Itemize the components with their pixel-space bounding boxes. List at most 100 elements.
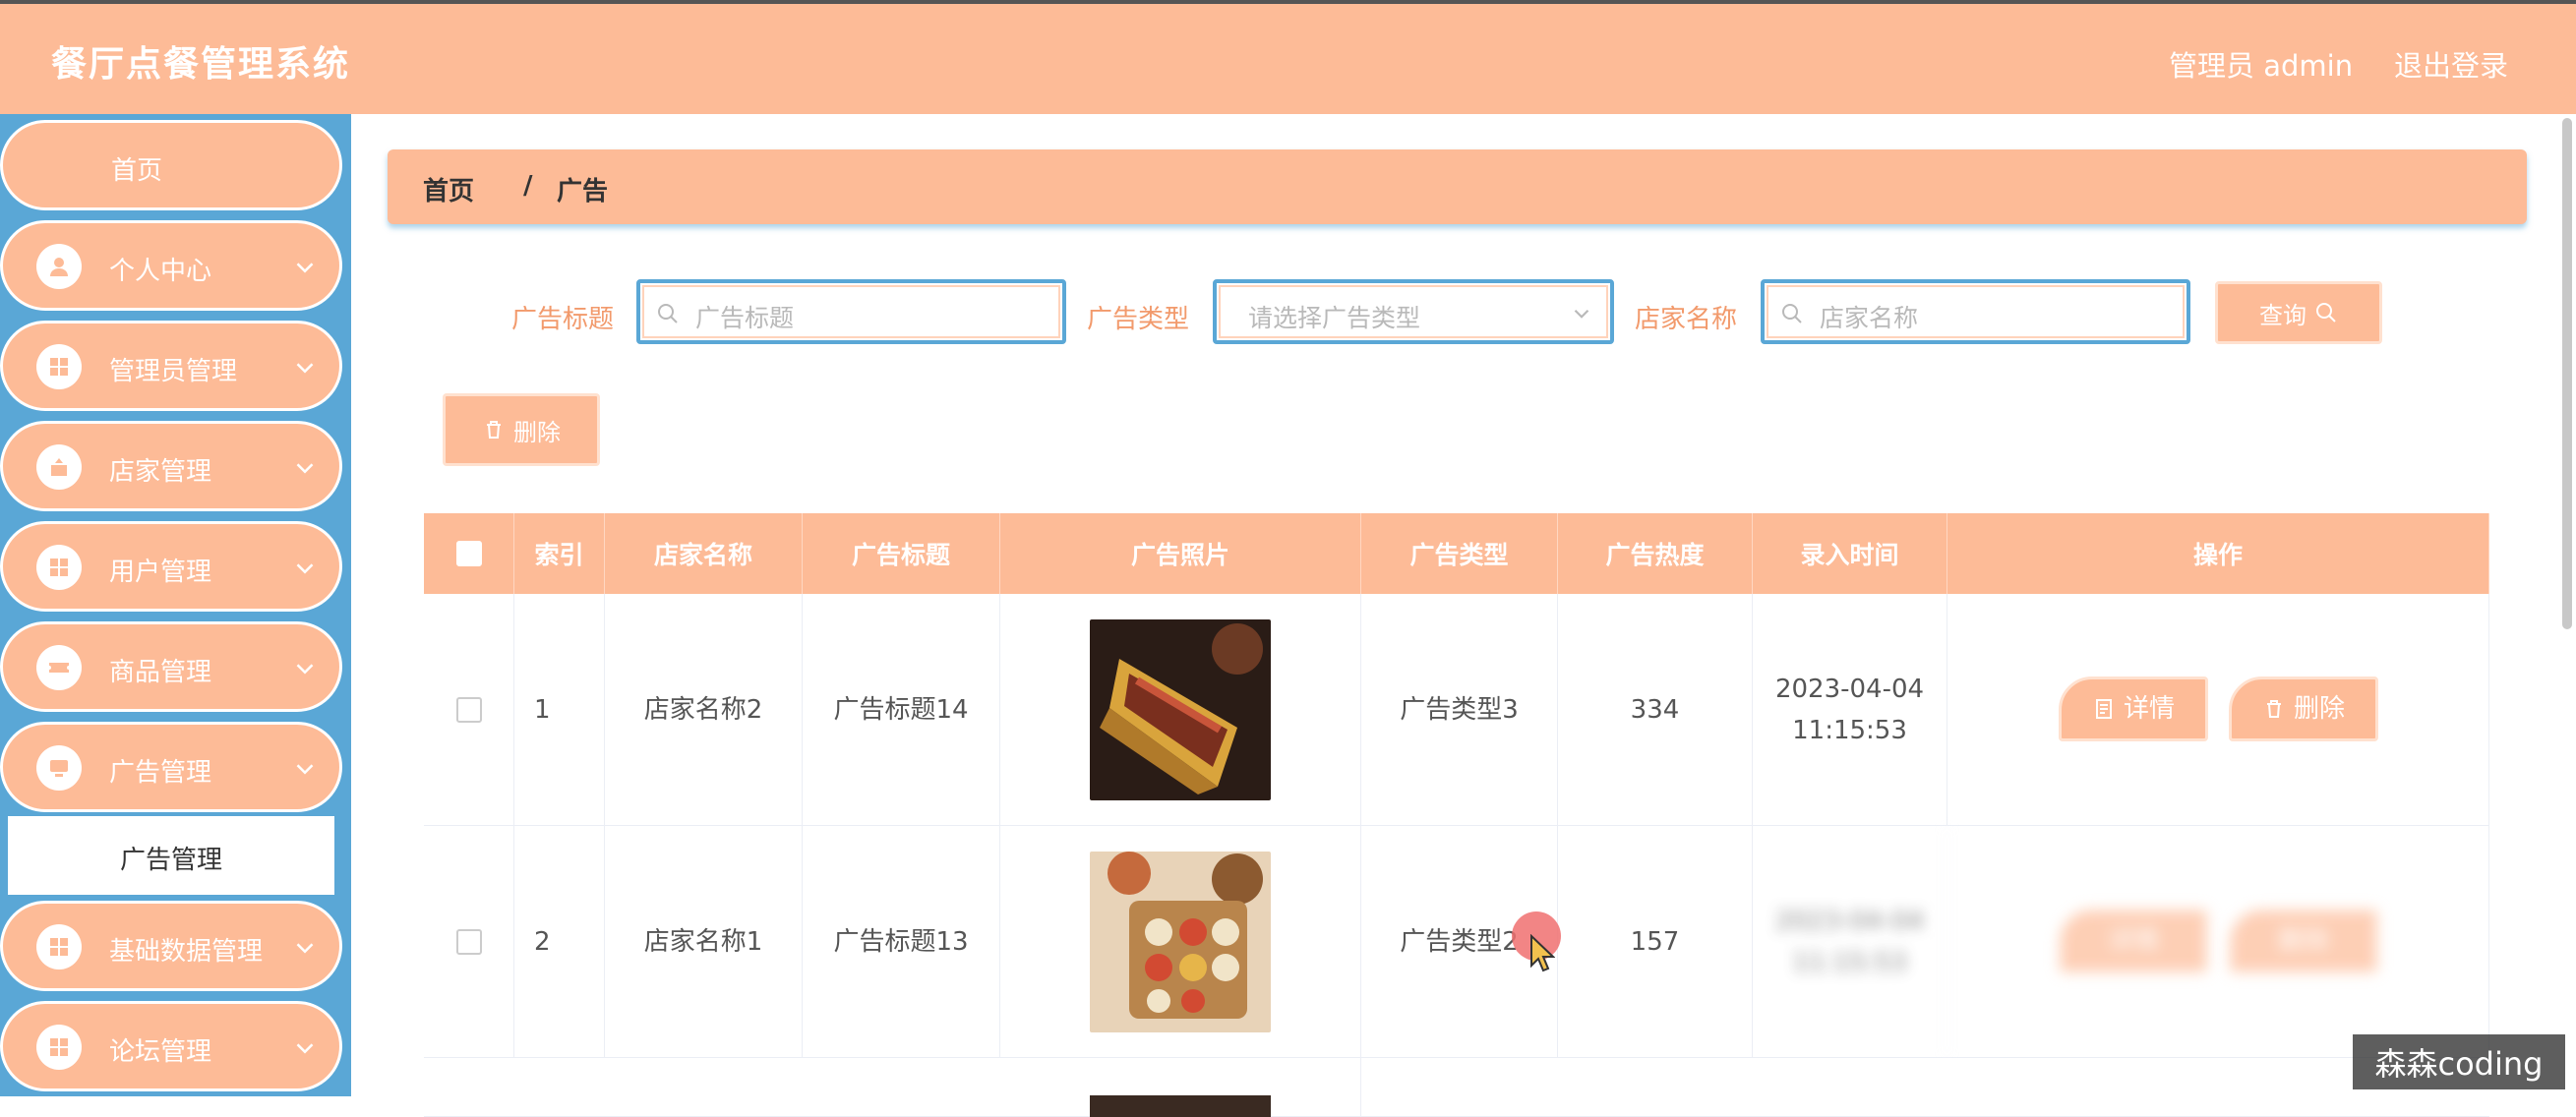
- query-button-label: 查询: [2259, 301, 2306, 329]
- breadcrumb-separator: /: [523, 171, 533, 201]
- sidebar-item-label: 店家管理: [109, 457, 212, 487]
- query-button[interactable]: 查询: [2215, 281, 2382, 344]
- monitor-icon: [36, 745, 82, 791]
- header-select-all[interactable]: [424, 513, 514, 594]
- scrollbar[interactable]: [2562, 118, 2572, 629]
- delete-label: 删除: [2293, 694, 2345, 724]
- user-icon: [36, 244, 82, 289]
- chevron-down-icon: [296, 1043, 314, 1054]
- cell-date: 2023-04-04 11:15:53: [1753, 826, 1947, 1058]
- admin-info: 管理员 admin: [2169, 49, 2354, 83]
- cell-heat: 334: [1558, 594, 1753, 826]
- delete-button[interactable]: 删除: [2229, 909, 2378, 973]
- column-header: 索引: [514, 513, 605, 594]
- ad-type-label: 广告类型: [1087, 305, 1190, 334]
- cell-title: 广告标题13: [803, 826, 1000, 1058]
- cell-heat: 157: [1558, 826, 1753, 1058]
- sidebar-item-forum[interactable]: 论坛管理: [0, 1001, 342, 1091]
- sidebar-item-label: 管理员管理: [109, 357, 238, 386]
- breadcrumb-current: 广告: [557, 177, 609, 206]
- table-header: 索引 店家名称 广告标题 广告照片 广告类型 广告热度 录入时间 操作: [424, 513, 2489, 594]
- ad-type-select[interactable]: 请选择广告类型: [1213, 279, 1614, 344]
- cell-date-day: 2023-04-04: [1774, 907, 1925, 936]
- ad-title-input[interactable]: 广告标题: [636, 279, 1066, 344]
- chevron-down-icon: [1574, 309, 1589, 319]
- breadcrumb: 首页 / 广告: [388, 149, 2527, 224]
- sidebar: 首页 个人中心 管理员管理 店家管理 用户管理 商品管理 广告管理 广告管理 基…: [0, 114, 351, 1096]
- cell-shop: 店家名称1: [605, 826, 803, 1058]
- column-header: 操作: [1947, 513, 2489, 594]
- ad-title-placeholder: 广告标题: [695, 304, 795, 332]
- sidebar-item-label: 用户管理: [109, 558, 212, 587]
- chevron-down-icon: [296, 363, 314, 374]
- cell-index: 2: [514, 826, 605, 1058]
- shop-name-label: 店家名称: [1635, 305, 1738, 334]
- search-icon: [2316, 303, 2336, 323]
- chevron-down-icon: [296, 664, 314, 675]
- detail-label: 详情: [2123, 694, 2175, 724]
- cell-type: 广告类型3: [1361, 594, 1558, 826]
- column-header: 广告热度: [1558, 513, 1753, 594]
- detail-button[interactable]: 详情: [2059, 676, 2208, 741]
- delete-label: 删除: [2277, 926, 2329, 956]
- sidebar-item-users[interactable]: 用户管理: [0, 521, 342, 612]
- sidebar-item-shop[interactable]: 店家管理: [0, 421, 342, 511]
- cell-date: 2023-04-04 11:15:53: [1753, 594, 1947, 826]
- cell-date-time: 11:15:53: [1792, 716, 1907, 745]
- document-icon: [2095, 699, 2112, 719]
- cell-shop: 店家名称2: [605, 594, 803, 826]
- column-header: 广告类型: [1361, 513, 1558, 594]
- table-row: [424, 1058, 2489, 1117]
- batch-delete-button[interactable]: 删除: [443, 393, 600, 466]
- trash-icon: [2266, 700, 2281, 718]
- cell-date-time: 11:15:53: [1792, 948, 1907, 977]
- column-header: 广告标题: [803, 513, 1000, 594]
- cell-actions: 详情 删除: [1947, 826, 2489, 1058]
- ad-photo: [1090, 1095, 1271, 1117]
- cell-date-day: 2023-04-04: [1774, 675, 1925, 704]
- sidebar-item-products[interactable]: 商品管理: [0, 621, 342, 712]
- shop-name-input[interactable]: 店家名称: [1761, 279, 2190, 344]
- mouse-cursor-icon: [1530, 934, 1555, 972]
- delete-button[interactable]: 删除: [2229, 676, 2378, 741]
- cell-actions: 详情 删除: [1947, 594, 2489, 826]
- main-content: 首页 / 广告 广告标题 广告标题 广告类型 请选择广告类型 店家名称 店家名称…: [351, 114, 2576, 1117]
- top-header: 餐厅点餐管理系统 管理员 admin 退出登录: [0, 0, 2576, 114]
- grid-icon: [36, 1025, 82, 1070]
- cell-index: 1: [514, 594, 605, 826]
- batch-delete-label: 删除: [513, 418, 561, 446]
- ad-title-label: 广告标题: [511, 305, 615, 334]
- sidebar-subitem-ad-management[interactable]: 广告管理: [8, 816, 334, 895]
- row-checkbox[interactable]: [455, 697, 482, 723]
- breadcrumb-home[interactable]: 首页: [423, 171, 474, 207]
- chevron-down-icon: [296, 764, 314, 775]
- sidebar-item-profile[interactable]: 个人中心: [0, 220, 342, 311]
- table-row: 1 店家名称2 广告标题14 广告类型3 334 2023-04-04 11:1…: [424, 594, 2489, 826]
- detail-label: 详情: [2107, 926, 2159, 956]
- sidebar-item-ads[interactable]: 广告管理: [0, 722, 342, 812]
- trash-icon: [487, 421, 501, 439]
- sidebar-item-label: 论坛管理: [109, 1037, 212, 1067]
- search-icon: [658, 304, 678, 323]
- detail-button[interactable]: 详情: [2059, 909, 2208, 973]
- sidebar-item-label: 首页: [111, 156, 163, 186]
- shop-icon: [36, 444, 82, 490]
- logout-link[interactable]: 退出登录: [2394, 43, 2508, 85]
- sidebar-item-label: 个人中心: [109, 257, 212, 286]
- chevron-down-icon: [296, 563, 314, 574]
- table-row: 2 店家名称1 广告标题13 广告类型2 157 2023-04-04 11:1…: [424, 826, 2489, 1058]
- watermark: 森森coding: [2353, 1034, 2565, 1089]
- sidebar-item-label: 基础数据管理: [109, 937, 264, 967]
- ticket-icon: [36, 645, 82, 690]
- shop-name-placeholder: 店家名称: [1820, 304, 1919, 332]
- sidebar-item-label: 商品管理: [109, 658, 212, 687]
- sidebar-item-basic-data[interactable]: 基础数据管理: [0, 901, 342, 991]
- sidebar-subitem-label: 广告管理: [120, 846, 223, 875]
- row-checkbox[interactable]: [455, 929, 482, 955]
- select-all-checkbox[interactable]: [455, 541, 482, 566]
- sidebar-item-home[interactable]: 首页: [0, 120, 342, 210]
- column-header: 广告照片: [1000, 513, 1361, 594]
- sidebar-item-admin[interactable]: 管理员管理: [0, 321, 342, 411]
- sidebar-item-label: 广告管理: [109, 758, 212, 788]
- ad-photo: [1090, 852, 1271, 1032]
